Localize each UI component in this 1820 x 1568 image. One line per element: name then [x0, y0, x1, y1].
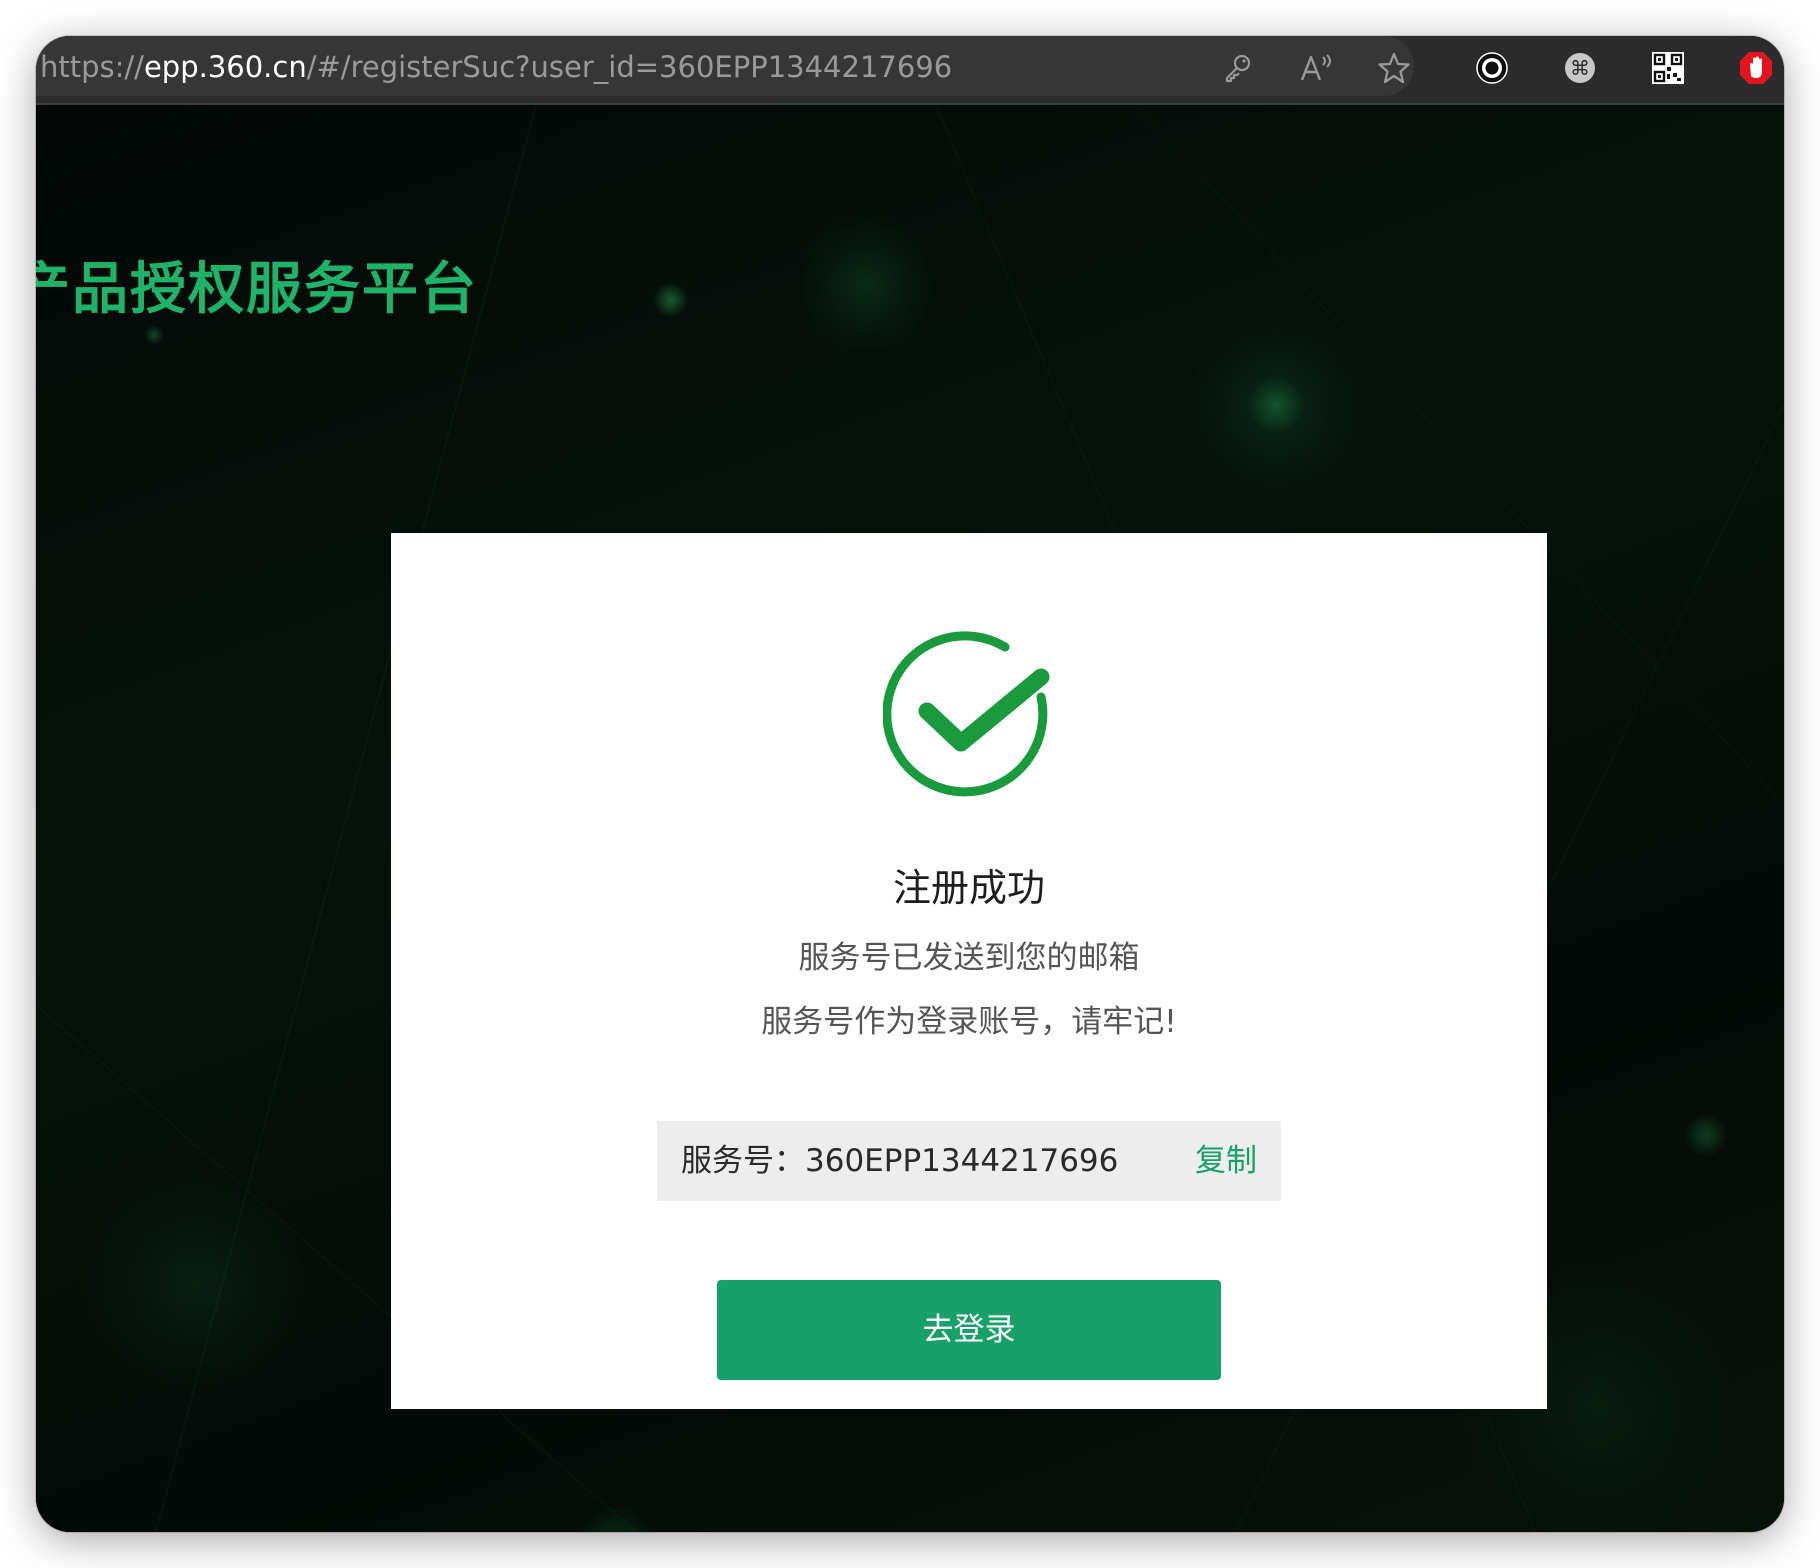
remember-account-message: 服务号作为登录账号，请牢记!: [761, 1004, 1177, 1040]
copy-button[interactable]: 复制: [1195, 1140, 1257, 1182]
success-title: 注册成功: [892, 866, 1045, 910]
service-number-box: 服务号：360EPP1344217696 复制: [657, 1121, 1281, 1201]
record-extension-icon[interactable]: [1470, 46, 1514, 90]
url-text[interactable]: https://epp.360.cn/#/registerSuc?user_id…: [40, 50, 952, 84]
success-check-icon: [883, 631, 1050, 797]
url-path: /#/registerSuc?user_id=360EPP1344217696: [306, 50, 953, 84]
page-background: 产品授权服务平台 注册成功 服务号已发送到您的邮箱 服务号作为登录账号，请牢记!…: [36, 105, 1784, 1532]
register-success-dialog: 注册成功 服务号已发送到您的邮箱 服务号作为登录账号，请牢记! 服务号：360E…: [391, 533, 1547, 1409]
url-scheme: https://: [40, 50, 144, 84]
service-number-text: 服务号：360EPP1344217696: [681, 1140, 1118, 1182]
adblock-hand-icon[interactable]: [1734, 46, 1778, 90]
favorite-star-icon[interactable]: [1372, 46, 1416, 90]
qr-code-extension-icon[interactable]: [1646, 46, 1690, 90]
email-sent-message: 服务号已发送到您的邮箱: [798, 940, 1140, 976]
service-number-label: 服务号：: [681, 1143, 805, 1179]
shortcut-extension-icon[interactable]: ⌘: [1558, 46, 1602, 90]
url-field[interactable]: https://epp.360.cn/#/registerSuc?user_id…: [36, 36, 1414, 96]
platform-brand-title: 产品授权服务平台: [36, 257, 478, 322]
read-aloud-icon[interactable]: [1294, 46, 1338, 90]
key-icon[interactable]: [1216, 46, 1260, 90]
url-host: epp.360.cn: [143, 50, 307, 84]
address-bar: https://epp.360.cn/#/registerSuc?user_id…: [36, 36, 1784, 105]
svg-text:⌘: ⌘: [1570, 56, 1590, 80]
service-number-value: 360EPP1344217696: [805, 1143, 1119, 1179]
browser-window: https://epp.360.cn/#/registerSuc?user_id…: [36, 36, 1784, 1532]
go-login-button[interactable]: 去登录: [717, 1280, 1221, 1380]
